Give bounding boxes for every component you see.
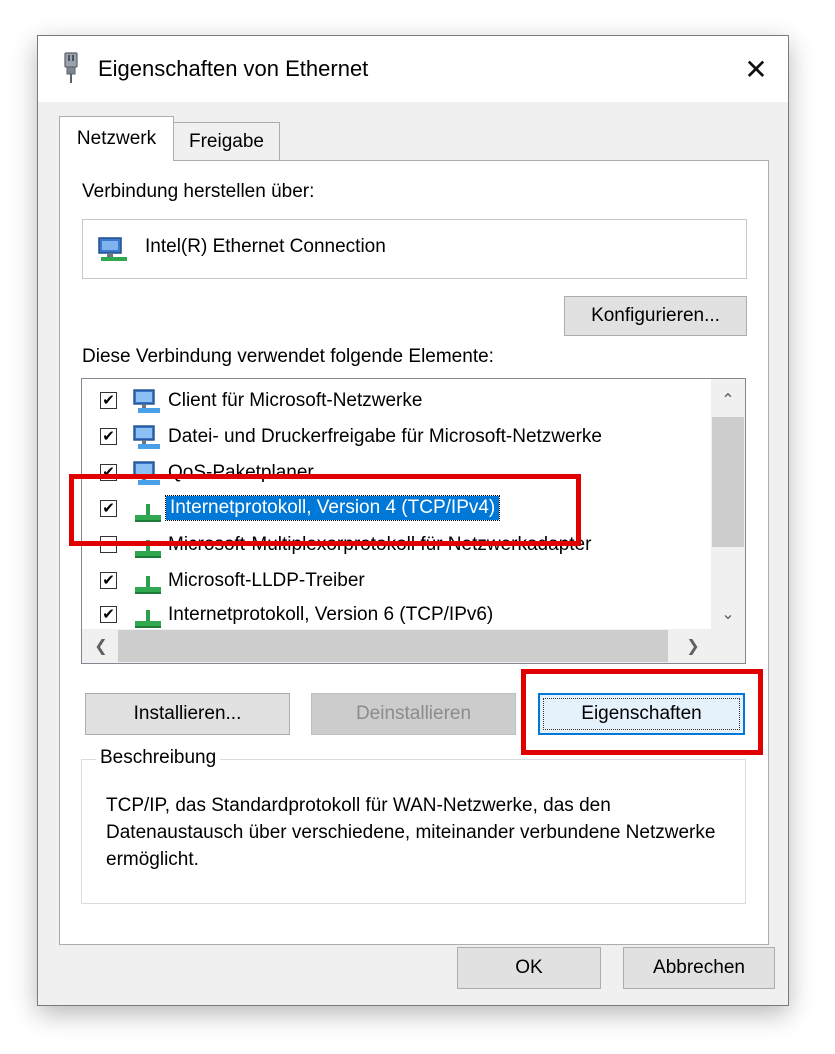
list-item-label: Internetprotokoll, Version 6 (TCP/IPv6) — [168, 604, 494, 625]
close-button[interactable]: ✕ — [724, 36, 788, 102]
tab-freigabe[interactable]: Freigabe — [174, 122, 280, 160]
list-item-checkbox[interactable]: ✔ — [100, 606, 117, 623]
window-title: Eigenschaften von Ethernet — [98, 56, 369, 81]
list-item[interactable]: ✔ Datei- und Druckerfreigabe für Microso… — [82, 420, 712, 456]
horizontal-scrollbar[interactable]: ❮ ❯ — [82, 629, 745, 663]
protocol-icon — [135, 576, 161, 594]
protocol-icon — [135, 610, 161, 628]
properties-dialog: Eigenschaften von Ethernet ✕ Netzwerk Fr… — [37, 35, 789, 1006]
configure-button-label: Konfigurieren... — [591, 305, 720, 326]
network-cable-plug-icon — [64, 52, 78, 83]
vertical-scrollbar[interactable]: ⌃ ⌄ — [711, 379, 745, 629]
connect-using-label: Verbindung herstellen über: — [82, 181, 315, 202]
title-bar[interactable]: Eigenschaften von Ethernet ✕ — [38, 36, 788, 102]
scroll-down-icon[interactable]: ⌄ — [711, 597, 745, 631]
scroll-left-icon[interactable]: ❮ — [84, 629, 118, 663]
list-item-checkbox[interactable]: ✔ — [100, 500, 117, 517]
list-item[interactable]: ✔ Client für Microsoft-Netzwerke — [82, 384, 712, 420]
list-item-label: Internetprotokoll, Version 4 (TCP/IPv4) — [164, 495, 501, 521]
list-item-checkbox[interactable]: ✔ — [100, 428, 117, 445]
scroll-right-icon[interactable]: ❯ — [676, 629, 710, 663]
uninstall-button-label: Deinstallieren — [355, 703, 472, 724]
list-item-label: Client für Microsoft-Netzwerke — [168, 390, 423, 411]
list-item-checkbox[interactable]: ✔ — [100, 464, 117, 481]
tab-netzwerk[interactable]: Netzwerk — [59, 116, 174, 161]
list-item[interactable]: Microsoft-Multiplexorprotokoll für Netzw… — [82, 528, 712, 564]
components-label: Diese Verbindung verwendet folgende Elem… — [82, 346, 494, 367]
list-item-label: Microsoft-Multiplexorprotokoll für Netzw… — [168, 534, 592, 555]
description-text: TCP/IP, das Standardprotokoll für WAN-Ne… — [106, 795, 716, 870]
properties-button-label: Eigenschaften — [581, 703, 702, 724]
computers-icon — [133, 389, 160, 413]
description-legend: Beschreibung — [96, 747, 221, 769]
scroll-up-icon[interactable]: ⌃ — [711, 383, 745, 417]
install-button[interactable]: Installieren... — [85, 693, 290, 735]
list-item-checkbox[interactable]: ✔ — [100, 572, 117, 589]
list-item-checkbox-unchecked[interactable] — [100, 536, 117, 553]
tab-netzwerk-label: Netzwerk — [76, 128, 157, 149]
list-item-selected[interactable]: ✔ Internetprotokoll, Version 4 (TCP/IPv4… — [82, 492, 712, 528]
cancel-button-label: Abbrechen — [653, 957, 745, 978]
protocol-icon — [135, 540, 161, 558]
tab-freigabe-label: Freigabe — [189, 130, 264, 152]
cancel-button[interactable]: Abbrechen — [623, 947, 775, 989]
description-group: Beschreibung TCP/IP, das Standardprotoko… — [81, 747, 746, 904]
components-list[interactable]: ✔ Client für Microsoft-Netzwerke ✔ Datei… — [81, 378, 746, 664]
network-adapter-icon — [98, 237, 127, 261]
list-item[interactable]: ✔ QoS-Paketplaner — [82, 456, 712, 492]
vertical-scroll-thumb[interactable] — [712, 417, 744, 547]
list-item-label: QoS-Paketplaner — [168, 462, 314, 483]
list-item-label: Microsoft-LLDP-Treiber — [168, 570, 365, 591]
adapter-box: Intel(R) Ethernet Connection — [82, 219, 747, 279]
uninstall-button: Deinstallieren — [311, 693, 516, 735]
ok-button-label: OK — [515, 957, 543, 978]
horizontal-scroll-thumb[interactable] — [118, 630, 668, 662]
properties-button[interactable]: Eigenschaften — [538, 693, 745, 735]
list-item[interactable]: ✔ Microsoft-LLDP-Treiber — [82, 564, 712, 600]
computers-icon — [133, 461, 160, 485]
list-item-label: Datei- und Druckerfreigabe für Microsoft… — [168, 426, 602, 447]
computers-icon — [133, 425, 160, 449]
adapter-name: Intel(R) Ethernet Connection — [145, 236, 386, 257]
ok-button[interactable]: OK — [457, 947, 601, 989]
close-icon: ✕ — [744, 53, 768, 85]
list-item-checkbox[interactable]: ✔ — [100, 392, 117, 409]
protocol-icon — [135, 504, 161, 522]
configure-button[interactable]: Konfigurieren... — [564, 296, 747, 336]
install-button-label: Installieren... — [133, 703, 242, 724]
